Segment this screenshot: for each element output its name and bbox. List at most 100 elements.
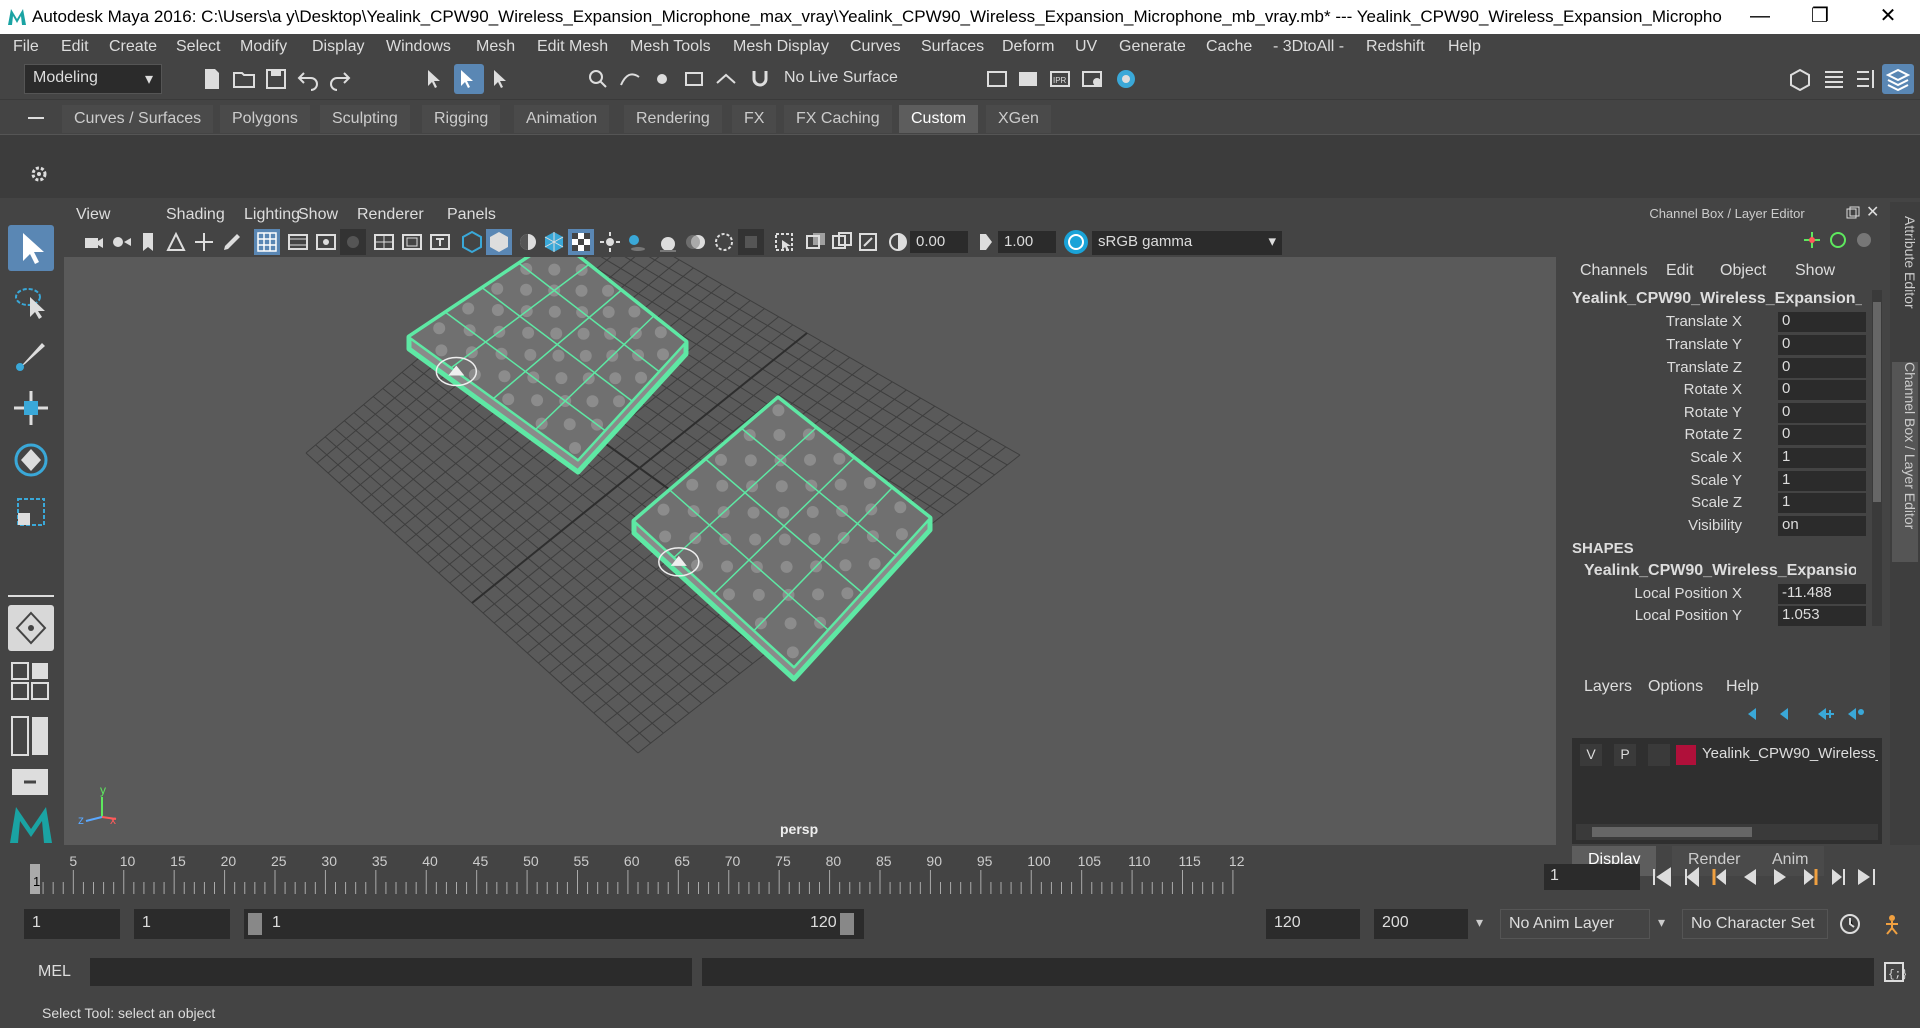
- xray-icon[interactable]: [804, 230, 828, 254]
- select-hierarchy-icon[interactable]: [424, 67, 448, 91]
- grease-pencil-icon[interactable]: [220, 230, 244, 254]
- channel-row[interactable]: Scale Z 1: [1566, 492, 1866, 514]
- tab-rigging[interactable]: Rigging: [422, 105, 501, 133]
- channel-row[interactable]: Rotate Z 0: [1566, 424, 1866, 446]
- render-settings-icon[interactable]: [1080, 67, 1104, 91]
- step-forward-icon[interactable]: [1826, 865, 1850, 889]
- channel-value[interactable]: 0: [1778, 312, 1866, 332]
- hypershade-icon[interactable]: [1114, 67, 1138, 91]
- save-scene-icon[interactable]: [264, 67, 288, 91]
- redo-icon[interactable]: [328, 67, 352, 91]
- command-language-toggle[interactable]: MEL: [38, 963, 71, 981]
- move-layer-up-icon[interactable]: [1746, 706, 1766, 722]
- tab-xgen[interactable]: XGen: [986, 105, 1051, 133]
- motion-blur-icon[interactable]: [684, 230, 708, 254]
- layer-display-type-toggle[interactable]: [1648, 744, 1670, 766]
- channel-value[interactable]: 1: [1778, 448, 1866, 468]
- gear-icon[interactable]: [30, 165, 48, 183]
- scale-tool-button[interactable]: [8, 489, 54, 535]
- channel-value[interactable]: 1: [1778, 471, 1866, 491]
- menu-help[interactable]: Help: [1448, 38, 1481, 56]
- field-chart-icon[interactable]: [372, 230, 396, 254]
- layer-playback-toggle[interactable]: P: [1614, 744, 1636, 766]
- animation-start-field[interactable]: 1: [24, 909, 120, 939]
- object-name[interactable]: Yealink_CPW90_Wireless_Expansion_...: [1572, 290, 1862, 308]
- tab-custom[interactable]: Custom: [899, 105, 979, 133]
- tab-polygons[interactable]: Polygons: [220, 105, 310, 133]
- channel-row[interactable]: Local Position X -11.488: [1566, 583, 1866, 605]
- menu-edit[interactable]: Edit: [61, 38, 89, 56]
- channel-row[interactable]: Scale Y 1: [1566, 470, 1866, 492]
- camera-icon[interactable]: [82, 230, 106, 254]
- history-icon[interactable]: [1854, 230, 1874, 250]
- time-slider[interactable]: 5 10 15 20 25 30 35 40 45 50 55 60 65 70 75 80 85 90 95 100…: [24, 852, 1534, 894]
- select-object-button[interactable]: [454, 64, 484, 94]
- menu-surfaces[interactable]: Surfaces: [921, 38, 984, 56]
- live-surface-field[interactable]: No Live Surface: [778, 66, 928, 92]
- move-layer-down-icon[interactable]: [1778, 706, 1798, 722]
- workspace-modeling-icon[interactable]: [1788, 67, 1812, 91]
- tab-channel-box-layer-editor[interactable]: Channel Box / Layer Editor: [1892, 362, 1918, 562]
- play-forward-icon[interactable]: [1768, 865, 1792, 889]
- layer-hscrollbar[interactable]: [1576, 824, 1878, 840]
- color-management-toggle[interactable]: [1064, 230, 1088, 254]
- select-tool-button[interactable]: [8, 225, 54, 271]
- vp-menu-show[interactable]: Show: [298, 206, 338, 224]
- layer-menu-options[interactable]: Options: [1648, 678, 1703, 696]
- vp-menu-lighting[interactable]: Lighting: [244, 206, 300, 224]
- channel-box-toggle-icon[interactable]: [1822, 67, 1846, 91]
- render-view-icon[interactable]: [985, 67, 1009, 91]
- viewport-persp[interactable]: y z x persp: [64, 257, 1556, 845]
- channel-value[interactable]: 0: [1778, 335, 1866, 355]
- rotate-tool-button[interactable]: [8, 437, 54, 483]
- safe-action-icon[interactable]: [400, 230, 424, 254]
- snap-curve-icon[interactable]: [618, 67, 642, 91]
- vp-menu-view[interactable]: View: [76, 206, 110, 224]
- channel-value[interactable]: 0: [1778, 380, 1866, 400]
- tab-curves-surfaces[interactable]: Curves / Surfaces: [62, 105, 214, 133]
- step-back-icon[interactable]: [1680, 865, 1704, 889]
- bookmark-icon[interactable]: [136, 230, 160, 254]
- play-backward-icon[interactable]: [1738, 865, 1762, 889]
- tab-animation[interactable]: Animation: [514, 105, 610, 133]
- vp-menu-panels[interactable]: Panels: [447, 206, 496, 224]
- smooth-shade-button[interactable]: [486, 229, 512, 255]
- channel-row[interactable]: Translate Z 0: [1566, 357, 1866, 379]
- menu-curves[interactable]: Curves: [850, 38, 901, 56]
- cb-menu-edit[interactable]: Edit: [1666, 262, 1694, 280]
- layer-name[interactable]: Yealink_CPW90_Wireless_: [1702, 745, 1878, 762]
- screen-space-ao-icon[interactable]: [656, 230, 680, 254]
- layer-color-swatch[interactable]: [1676, 745, 1696, 765]
- menu-uv[interactable]: UV: [1075, 38, 1097, 56]
- shadows-icon[interactable]: [624, 230, 648, 254]
- go-to-end-icon[interactable]: [1854, 865, 1878, 889]
- microphone-model-1[interactable]: [406, 257, 689, 475]
- transform-icon[interactable]: [1802, 230, 1822, 250]
- menu-3dtoall[interactable]: - 3DtoAll -: [1273, 38, 1344, 56]
- minimize-button[interactable]: —: [1730, 0, 1790, 34]
- gate-mask-button[interactable]: [340, 229, 366, 255]
- lasso-tool-button[interactable]: [8, 279, 54, 325]
- gamma-field[interactable]: 1.00: [998, 231, 1056, 253]
- anim-layer-dropdown[interactable]: No Anim Layer: [1500, 909, 1650, 939]
- snap-grid-icon[interactable]: [586, 67, 610, 91]
- menu-redshift[interactable]: Redshift: [1366, 38, 1425, 56]
- tab-attribute-editor[interactable]: Attribute Editor: [1892, 216, 1918, 336]
- channel-value[interactable]: on: [1778, 516, 1866, 536]
- channel-row[interactable]: Translate Y 0: [1566, 334, 1866, 356]
- xray-active-icon[interactable]: [830, 230, 854, 254]
- layer-menu-help[interactable]: Help: [1726, 678, 1759, 696]
- anti-aliasing-icon[interactable]: [712, 230, 736, 254]
- new-scene-icon[interactable]: [200, 67, 224, 91]
- camera-attributes-icon[interactable]: [110, 230, 134, 254]
- safe-title-icon[interactable]: [428, 230, 452, 254]
- current-frame-field[interactable]: 1: [1544, 864, 1640, 890]
- shelf-menu-icon[interactable]: [26, 110, 46, 126]
- menu-display[interactable]: Display: [312, 38, 364, 56]
- animation-end-field[interactable]: 200: [1374, 909, 1468, 939]
- channel-value[interactable]: -11.488: [1778, 584, 1866, 604]
- menu-modify[interactable]: Modify: [240, 38, 287, 56]
- layers-toggle-button[interactable]: [1882, 64, 1914, 94]
- wireframe-icon[interactable]: [460, 230, 484, 254]
- float-panel-icon[interactable]: [1846, 206, 1860, 220]
